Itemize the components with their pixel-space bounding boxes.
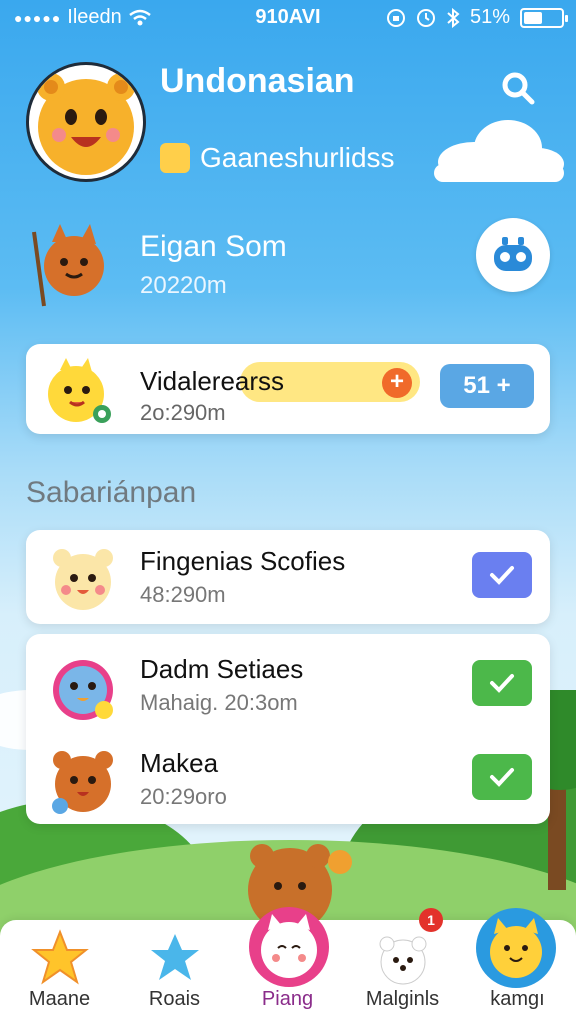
checkbox-button[interactable] (472, 754, 532, 800)
profile-avatar[interactable] (26, 62, 146, 182)
cloud-decoration (434, 120, 564, 182)
yellow-cat-icon (476, 908, 556, 988)
tag-icon (160, 143, 190, 173)
checkbox-button[interactable] (472, 660, 532, 706)
item-name: Makea (140, 748, 219, 778)
nav-label: kamgı (490, 988, 545, 1010)
nav-item-roais[interactable]: Roais (117, 920, 232, 1024)
highlight-card[interactable]: + Vidalerearss 2o:290m 51 + (26, 344, 550, 434)
list-item[interactable]: Dadm Setiaes Mahaig. 20:3om (26, 638, 550, 732)
item-subtitle: 20:29oro (140, 784, 227, 809)
bear-avatar (53, 549, 113, 610)
nav-label: Maane (28, 988, 91, 1010)
battery-percent: 51% (469, 6, 510, 28)
fox-avatar[interactable] (24, 220, 116, 312)
blue-star-icon (151, 934, 199, 980)
highlight-name: Vidalerearss (140, 366, 285, 396)
header-subtitle-text: Gaaneshurlidss (200, 142, 395, 173)
count-button[interactable]: 51 + (440, 364, 534, 408)
nav-label: Roais (148, 988, 201, 1010)
nav-item-maane[interactable]: Maane (2, 920, 117, 1024)
bear-mascot-icon (37, 73, 135, 175)
lock-rotation-icon (386, 8, 405, 27)
robot-face-icon (494, 237, 532, 271)
search-icon (502, 72, 535, 105)
item-name: Fingenias Scofies (140, 546, 346, 576)
item-subtitle: 48:290m (140, 582, 226, 607)
list-item[interactable]: Fingenias Scofies 48:290m (26, 530, 550, 624)
featured-subtitle: 20220m (140, 272, 227, 299)
header-subtitle: Gaaneshurlidss (160, 142, 395, 174)
featured-name: Eigan Som (140, 230, 287, 263)
nav-item-malginls[interactable]: 1 Malginls (345, 908, 460, 1024)
section-heading: Sabariánpan (26, 476, 197, 509)
bluetooth-icon (447, 7, 460, 28)
list-card: Fingenias Scofies 48:290m (26, 530, 550, 624)
nav-label: Piang (261, 988, 314, 1010)
alarm-icon (416, 8, 435, 27)
highlight-subtitle: 2o:290m (140, 400, 226, 425)
status-bar: ●●●●● Ileedn 910AVI 51% (0, 0, 576, 36)
game-controller-button[interactable] (476, 218, 550, 292)
checkbox-button[interactable] (472, 552, 532, 598)
search-button[interactable] (492, 62, 544, 114)
chick-avatar (48, 358, 111, 423)
checkmark-icon (490, 768, 514, 787)
notification-badge: 1 (419, 908, 443, 932)
add-orange-button[interactable]: + (382, 368, 412, 398)
item-name: Dadm Setiaes (140, 654, 304, 684)
cat-icon (249, 907, 329, 987)
battery-icon (520, 7, 568, 28)
count-label: 51 + (463, 372, 511, 399)
cat-avatar (53, 660, 113, 720)
item-subtitle: Mahaig. 20:3om (140, 690, 298, 715)
nav-label: Malginls (365, 988, 440, 1010)
checkmark-icon (490, 566, 514, 585)
app-title: Undonasian (160, 62, 355, 100)
list-item[interactable]: Makea 20:29oro (26, 732, 550, 826)
bear-icon (379, 936, 427, 985)
list-card: Dadm Setiaes Mahaig. 20:3om Makea 20:29o… (26, 634, 550, 824)
nav-item-piang[interactable]: Piang (230, 907, 345, 1024)
bottom-nav: Maane Roais Piang 1 Malginls kamgı (0, 907, 576, 1024)
bear-avatar (52, 751, 113, 814)
star-icon (31, 929, 89, 985)
checkmark-icon (490, 674, 514, 693)
nav-item-kamgi[interactable]: kamgı (460, 908, 575, 1024)
